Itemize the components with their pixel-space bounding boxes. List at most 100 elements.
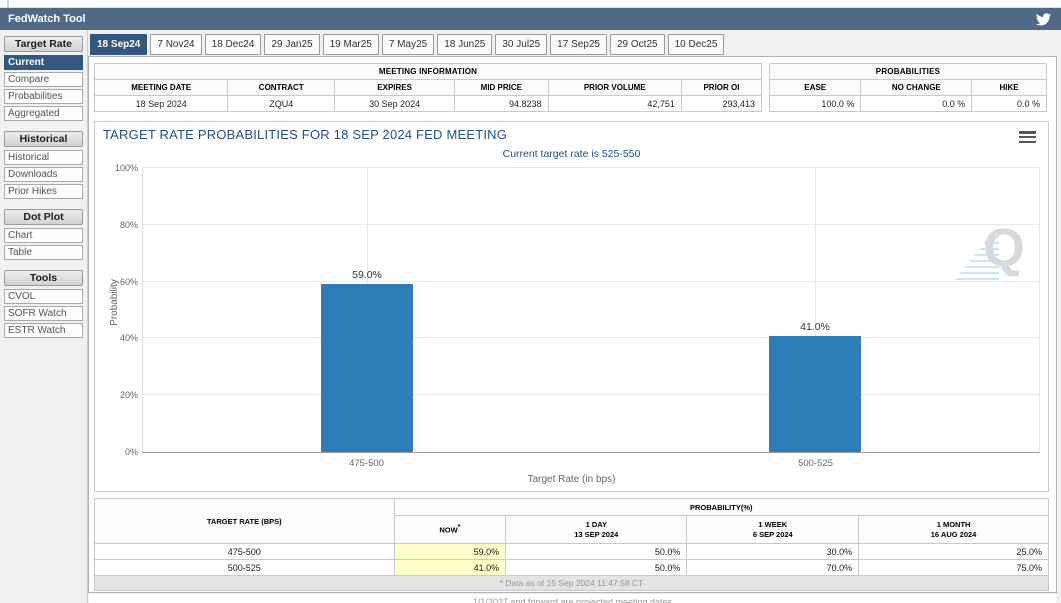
sidebar-item-chart[interactable]: Chart (4, 228, 83, 243)
app-title: FedWatch Tool (8, 13, 86, 25)
sidebar-item-table[interactable]: Table (4, 245, 83, 260)
meeting-info-header-row: MEETING DATECONTRACTEXPIRESMID PRICEPRIO… (95, 80, 762, 96)
history-footnote-row: * Data as of 15 Sep 2024 11:47:58 CT (95, 576, 1049, 591)
date-tab-10-dec25[interactable]: 10 Dec25 (668, 34, 725, 55)
history-rate-500-525: 500-525 (95, 560, 395, 576)
value-prior-volume: 42,751 (548, 96, 681, 112)
y-tick-label-20%: 20% (120, 390, 138, 400)
history-col1-header: TARGET RATE (BPS) (95, 499, 395, 544)
value-hike: 0.0 % (972, 96, 1047, 112)
gridline-100% (143, 167, 1039, 168)
col-header-mid-price: MID PRICE (455, 80, 548, 96)
meeting-date-tabs: 18 Sep247 Nov2418 Dec2429 Jan2519 Mar257… (90, 34, 724, 56)
col-header-no-change: NO CHANGE (861, 80, 972, 96)
twitter-icon[interactable] (1036, 13, 1051, 26)
date-tab-30-jul25[interactable]: 30 Jul25 (495, 34, 547, 55)
meeting-information-table: MEETING INFORMATION MEETING DATECONTRACT… (94, 63, 762, 112)
y-tick-label-100%: 100% (115, 163, 138, 173)
history-1month-475-500: 25.0% (859, 544, 1049, 560)
col-header-prior-volume: PRIOR VOLUME (548, 80, 681, 96)
history-now-500-525: 41.0% (394, 560, 506, 576)
sidebar-item-downloads[interactable]: Downloads (4, 167, 83, 182)
history-1week-500-525: 70.0% (687, 560, 859, 576)
sidebar-item-prior-hikes[interactable]: Prior Hikes (4, 184, 83, 199)
projected-dates-note: 1/1/2027 and forward are projected meeti… (89, 594, 1056, 603)
x-axis-title: Target Rate (in bps) (95, 474, 1048, 485)
quikstrike-hash-marks (955, 224, 999, 280)
meeting-info-value-row: 18 Sep 2024ZQU430 Sep 202494.823842,7512… (95, 96, 762, 112)
gridline-20% (143, 394, 1039, 395)
bar-475-500[interactable]: 59.0% (321, 284, 413, 452)
main-content: MEETING INFORMATION MEETING DATECONTRACT… (88, 56, 1057, 593)
history-footnote: * Data as of 15 Sep 2024 11:47:58 CT (95, 576, 1049, 591)
sidebar-item-current[interactable]: Current (4, 55, 83, 70)
date-tab-17-sep25[interactable]: 17 Sep25 (550, 34, 607, 55)
date-tab-18-dec24[interactable]: 18 Dec24 (205, 34, 262, 55)
y-tick-label-80%: 80% (120, 220, 138, 230)
bar-value-label-475-500: 59.0% (352, 269, 382, 281)
chart-title: TARGET RATE PROBABILITIES FOR 18 SEP 202… (103, 127, 507, 142)
gridline-80% (143, 224, 1039, 225)
fedwatch-page: FedWatch Tool Target Rate Current Compare P… (0, 0, 1061, 603)
probabilities-header-row: EASENO CHANGEHIKE (770, 80, 1047, 96)
meeting-info-title: MEETING INFORMATION (95, 64, 762, 80)
chart-subtitle: Current target rate is 525-550 (95, 148, 1048, 160)
history-1day-475-500: 50.0% (506, 544, 687, 560)
sidebar-item-sofr-watch[interactable]: SOFR Watch (4, 306, 83, 321)
y-tick-label-60%: 60% (120, 277, 138, 287)
history-period-header-1-week: 1 WEEK6 SEP 2024 (687, 516, 859, 544)
sidebar-item-cvol[interactable]: CVOL (4, 289, 83, 304)
gridline-40% (143, 337, 1039, 338)
sidebar-header-target-rate[interactable]: Target Rate (4, 36, 83, 52)
date-tab-18-jun25[interactable]: 18 Jun25 (437, 34, 492, 55)
probabilities-summary-table: PROBABILITIES EASENO CHANGEHIKE 100.0 %0… (769, 63, 1047, 112)
bar-value-label-500-525: 41.0% (800, 321, 830, 333)
history-period-header-1-month: 1 MONTH16 AUG 2024 (859, 516, 1049, 544)
date-tab-7-nov24[interactable]: 7 Nov24 (150, 34, 201, 55)
plot-area: Q 0%20%40%60%80%100%59.0%41.0% (142, 168, 1040, 453)
sidebar-header-historical[interactable]: Historical (4, 131, 83, 147)
history-period-header-1-day: 1 DAY13 SEP 2024 (506, 516, 687, 544)
sidebar-header-tools[interactable]: Tools (4, 270, 83, 286)
date-tab-19-mar25[interactable]: 19 Mar25 (323, 34, 379, 55)
x-category-label-475-500: 475-500 (349, 458, 384, 469)
value-no-change: 0.0 % (861, 96, 972, 112)
col-header-expires: EXPIRES (335, 80, 455, 96)
probabilities-value-row: 100.0 %0.0 %0.0 % (770, 96, 1047, 112)
col-header-prior-oi: PRIOR OI (681, 80, 761, 96)
sidebar-item-probabilities[interactable]: Probabilities (4, 89, 83, 104)
bar-500-525[interactable]: 41.0% (769, 336, 861, 452)
probabilities-title: PROBABILITIES (770, 64, 1047, 80)
sidebar-section-dot-plot: Dot Plot Chart Table (0, 209, 87, 260)
date-tab-29-oct25[interactable]: 29 Oct25 (610, 34, 665, 55)
history-now-475-500: 59.0% (394, 544, 506, 560)
x-category-label-500-525: 500-525 (798, 458, 833, 469)
sidebar-item-estr-watch[interactable]: ESTR Watch (4, 323, 83, 338)
sidebar-item-aggregated[interactable]: Aggregated (4, 106, 83, 121)
date-tab-7-may25[interactable]: 7 May25 (382, 34, 434, 55)
history-1month-500-525: 75.0% (859, 560, 1049, 576)
gridline-60% (143, 281, 1039, 282)
date-tab-29-jan25[interactable]: 29 Jan25 (264, 34, 319, 55)
history-row-475-500: 475-50059.0%50.0%30.0%25.0% (95, 544, 1049, 560)
sidebar-section-historical: Historical Historical Downloads Prior Hikes (0, 131, 87, 199)
value-prior-oi: 293,413 (681, 96, 761, 112)
history-now-header: NOW* (394, 516, 506, 544)
sidebar-item-compare[interactable]: Compare (4, 72, 83, 87)
history-1week-475-500: 30.0% (687, 544, 859, 560)
hamburger-menu-icon[interactable] (1019, 131, 1036, 143)
quikstrike-q-icon: Q (983, 218, 1025, 278)
col-header-hike: HIKE (972, 80, 1047, 96)
sidebar-header-dot-plot[interactable]: Dot Plot (4, 209, 83, 225)
history-row-500-525: 500-52541.0%50.0%70.0%75.0% (95, 560, 1049, 576)
sidebar-section-tools: Tools CVOL SOFR Watch ESTR Watch (0, 270, 87, 338)
sidebar-item-historical[interactable]: Historical (4, 150, 83, 165)
probability-history-table: TARGET RATE (BPS) PROBABILITY(%) NOW* 1 … (94, 498, 1049, 591)
value-contract: ZQU4 (228, 96, 335, 112)
sidebar-section-target-rate: Target Rate Current Compare Probabilities Ag… (0, 36, 87, 121)
value-expires: 30 Sep 2024 (335, 96, 455, 112)
y-tick-label-40%: 40% (120, 333, 138, 343)
col-header-meeting-date: MEETING DATE (95, 80, 228, 96)
date-tab-18-sep24[interactable]: 18 Sep24 (90, 34, 147, 55)
col-header-contract: CONTRACT (228, 80, 335, 96)
